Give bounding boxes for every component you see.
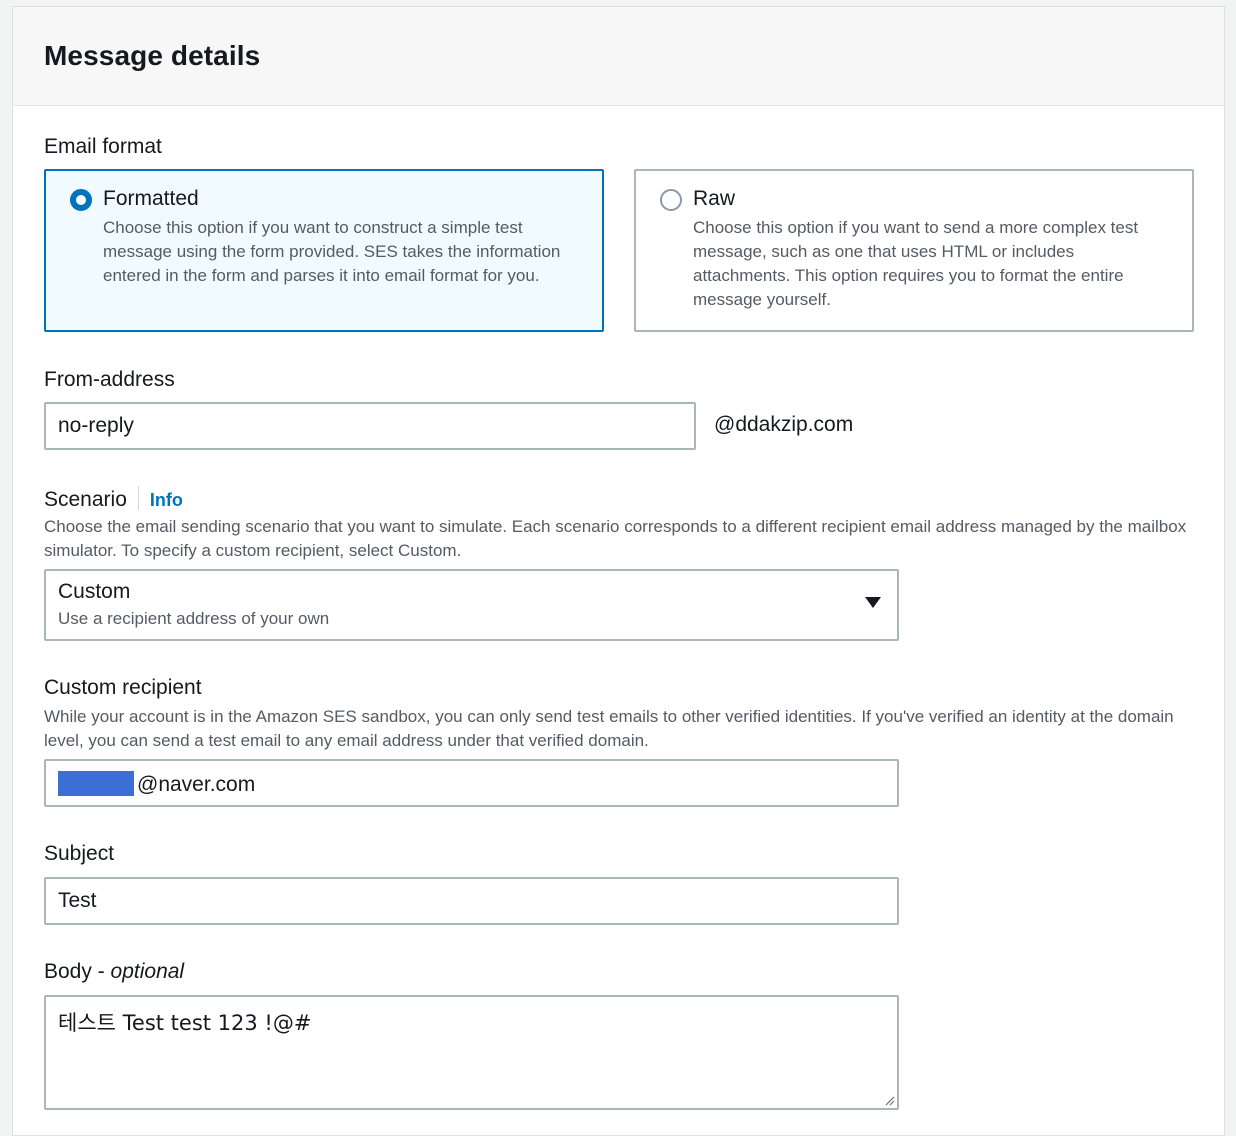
raw-option-title: Raw: [693, 187, 736, 210]
redacted-text-block: [58, 771, 134, 796]
custom-recipient-input[interactable]: @naver.com: [44, 759, 899, 807]
panel-title: Message details: [44, 40, 261, 71]
scenario-info-link[interactable]: Info: [150, 490, 183, 510]
scenario-selected-value: Custom: [58, 580, 131, 603]
scenario-label: Scenario: [44, 488, 127, 511]
body-label-text: Body -: [44, 960, 111, 983]
from-address-label: From-address: [44, 368, 175, 391]
resize-handle-icon[interactable]: [883, 1094, 895, 1106]
custom-recipient-label: Custom recipient: [44, 676, 202, 699]
raw-option-tile[interactable]: Raw Choose this option if you want to se…: [634, 169, 1194, 332]
scenario-select[interactable]: Custom Use a recipient address of your o…: [44, 569, 899, 641]
formatted-radio[interactable]: [70, 189, 92, 211]
scenario-description: Choose the email sending scenario that y…: [44, 517, 1187, 560]
email-format-label: Email format: [44, 135, 162, 158]
subject-value: Test: [58, 889, 97, 912]
custom-recipient-description: While your account is in the Amazon SES …: [44, 707, 1174, 750]
scenario-label-row: Scenario Info: [44, 486, 183, 512]
raw-radio[interactable]: [660, 189, 682, 211]
caret-down-icon: [865, 597, 881, 608]
body-label-optional: optional: [110, 960, 185, 983]
custom-recipient-value: @naver.com: [137, 773, 256, 796]
from-address-input[interactable]: no-reply: [44, 402, 696, 450]
formatted-option-title: Formatted: [103, 187, 199, 210]
subject-label: Subject: [44, 842, 115, 865]
scenario-selected-description: Use a recipient address of your own: [58, 609, 330, 628]
raw-option-description: Choose this option if you want to send a…: [693, 218, 1139, 309]
panel-header: Message details: [13, 7, 1224, 106]
subject-input[interactable]: Test: [44, 877, 899, 925]
message-details-panel: Message details Email format Formatted C…: [12, 6, 1225, 1136]
body-textarea[interactable]: 테스트 Test test 123 !@#: [44, 995, 899, 1110]
body-label: Body - optional: [44, 960, 184, 984]
from-address-domain: @ddakzip.com: [714, 413, 854, 436]
from-address-value: no-reply: [58, 414, 134, 437]
label-divider: [137, 486, 139, 510]
formatted-option-description: Choose this option if you want to constr…: [103, 218, 561, 285]
body-value: 테스트 Test test 123 !@#: [58, 1011, 312, 1035]
formatted-option-tile[interactable]: Formatted Choose this option if you want…: [44, 169, 604, 332]
